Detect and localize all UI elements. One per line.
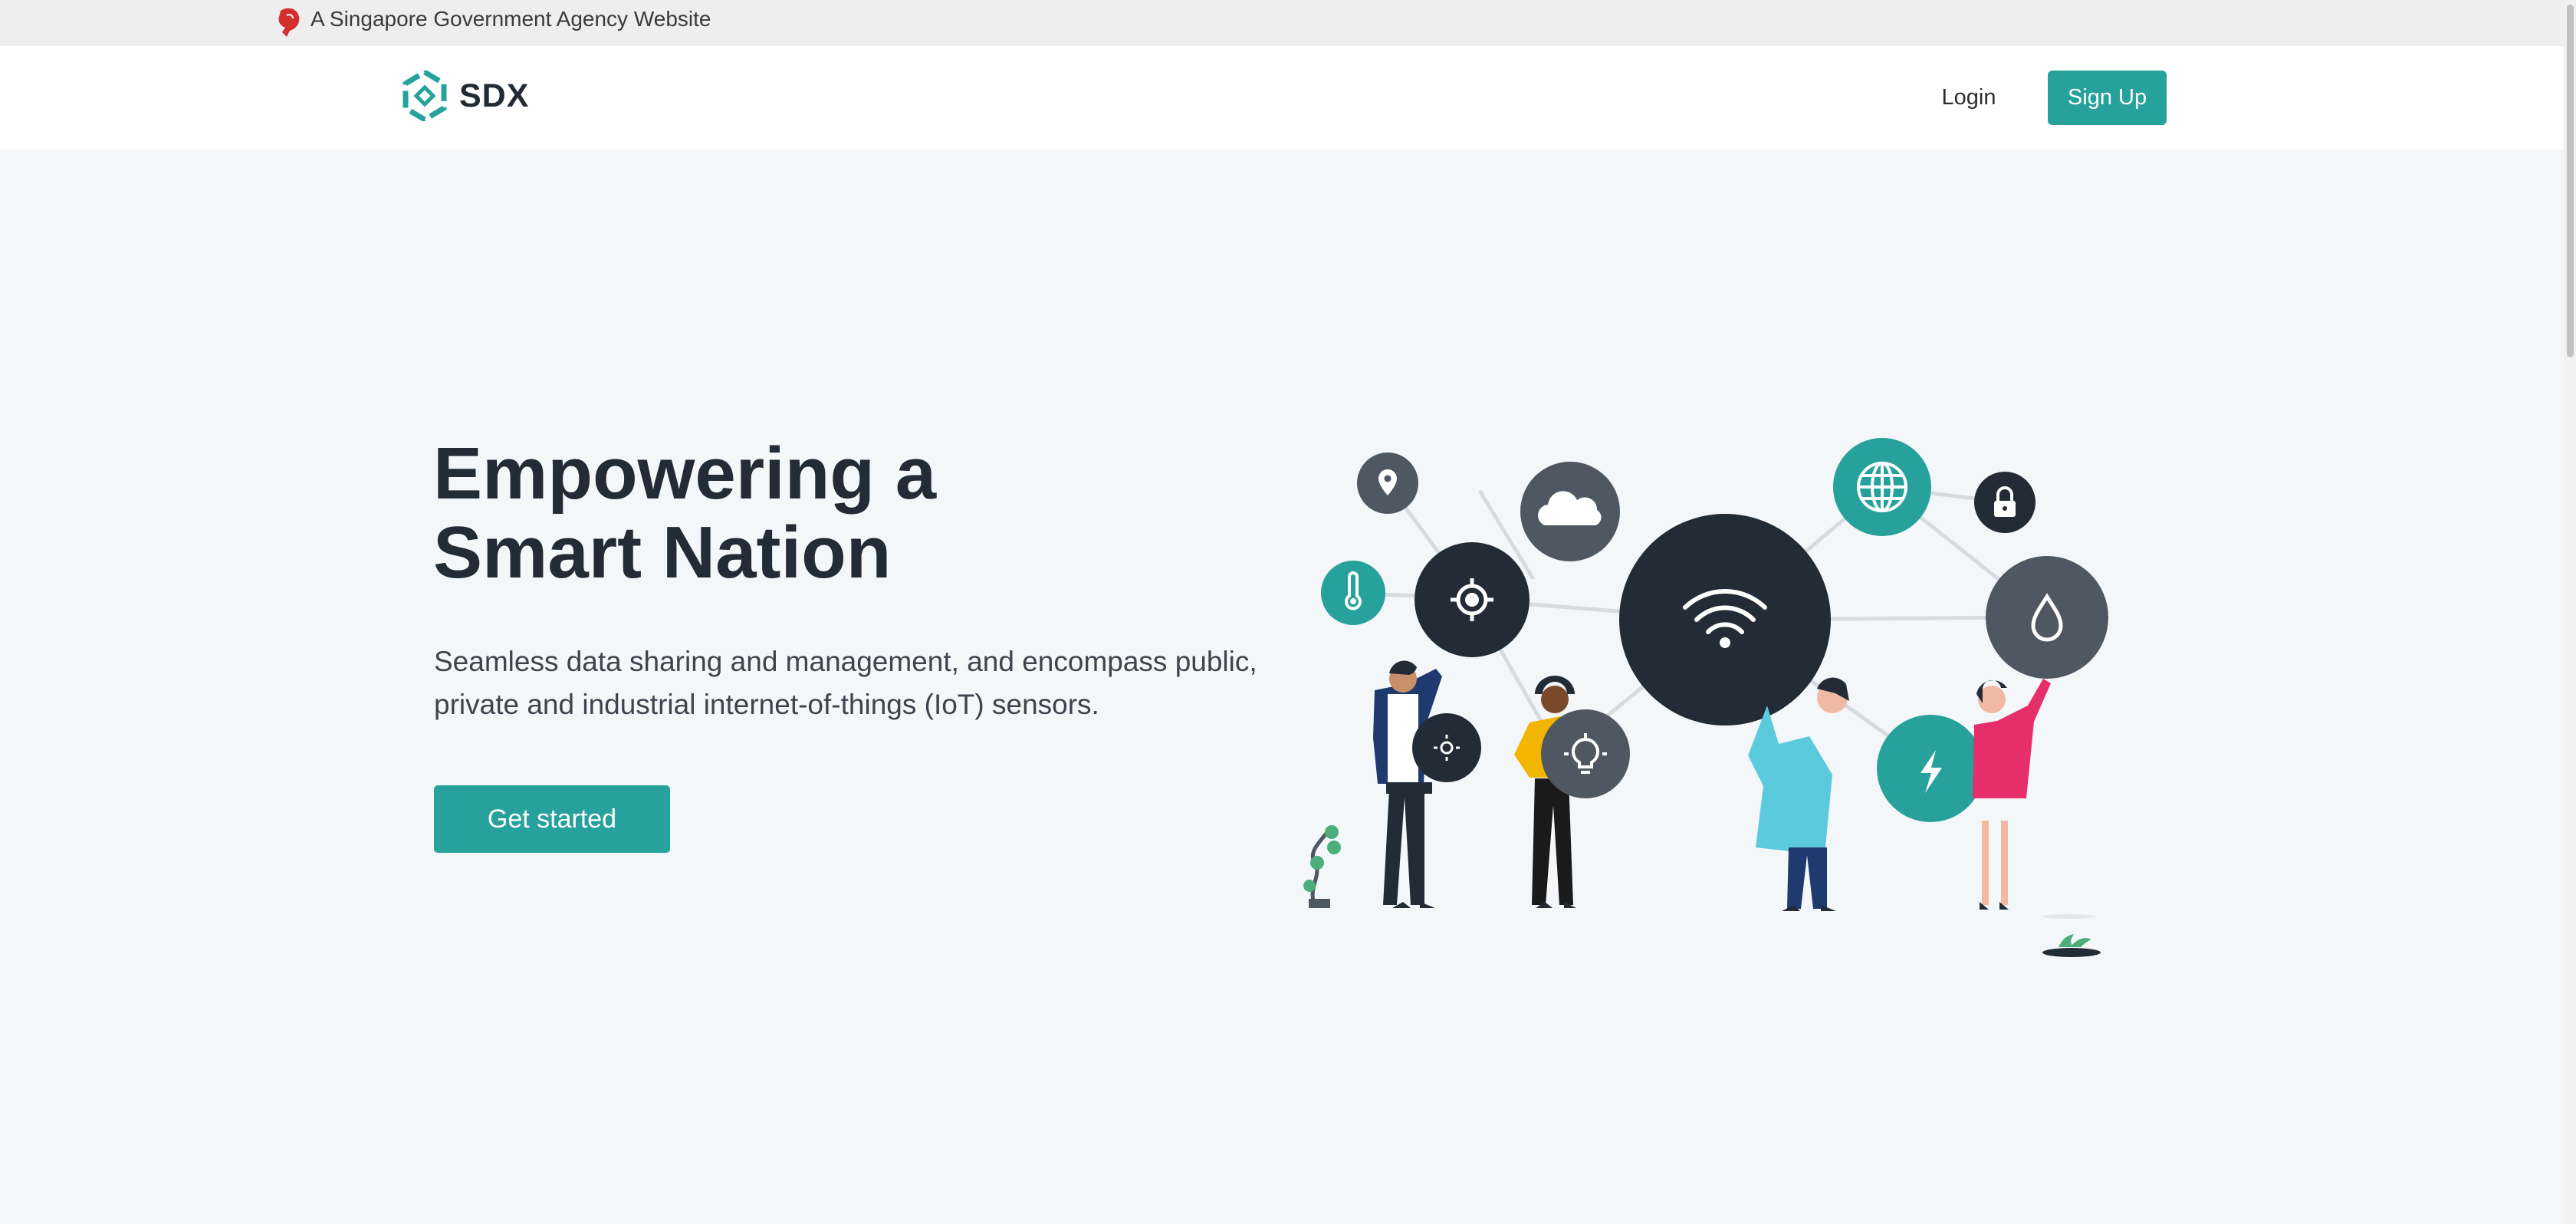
brand-name: SDX: [459, 77, 530, 114]
singapore-lion-icon: [278, 8, 300, 38]
login-link[interactable]: Login: [1932, 71, 2006, 123]
signup-button[interactable]: Sign Up: [2048, 71, 2167, 125]
target-node: [1414, 542, 1530, 657]
thermometer-node: [1321, 561, 1385, 625]
plant-left: [1303, 825, 1341, 908]
hero-title-line-1: Empowering a: [433, 433, 937, 515]
person-1-figure: [1373, 660, 1481, 908]
wifi-node: [1619, 514, 1831, 726]
hero-title-line-2: Smart Nation: [433, 512, 892, 594]
lightning-node: [1877, 715, 1984, 822]
hero-subtitle-line-1: Seamless data sharing and management, an…: [434, 646, 1257, 677]
globe-icon: [1857, 462, 1907, 512]
sdx-logo-icon: [402, 71, 447, 121]
globe-node: [1833, 438, 1931, 536]
location-node: [1357, 452, 1418, 514]
plant-right: [2058, 934, 2091, 947]
hero-title: Empowering a Smart Nation: [433, 434, 1123, 592]
scrollbar-thumb[interactable]: [2567, 5, 2574, 357]
ground-shadow: [2042, 948, 2101, 957]
sdx-logo[interactable]: SDX: [402, 71, 529, 121]
cloud-node: [1520, 462, 1620, 561]
iot-network-illustration: [1303, 438, 2108, 957]
hero-subtitle-line-2: private and industrial internet-of-thing…: [434, 689, 1099, 720]
lock-node: [1974, 472, 2036, 533]
person-4-figure: [1973, 679, 2051, 910]
water-node: [1986, 556, 2108, 679]
government-masthead: A Singapore Government Agency Website: [0, 0, 2576, 46]
top-navbar: SDX Login Sign Up: [0, 46, 2576, 150]
get-started-button[interactable]: Get started: [434, 785, 670, 853]
masthead-text: A Singapore Government Agency Website: [310, 7, 711, 31]
hero-subtitle: Seamless data sharing and management, an…: [434, 640, 1277, 726]
